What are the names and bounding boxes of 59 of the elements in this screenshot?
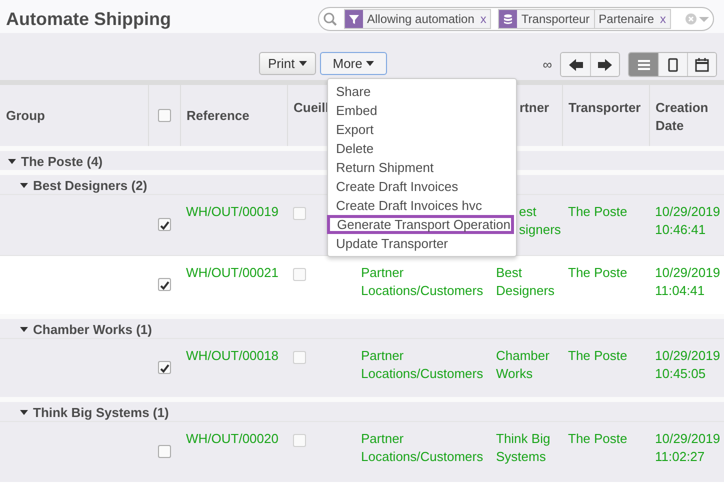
calendar-icon (695, 58, 709, 72)
menu-item[interactable]: Create Draft Invoices (327, 177, 514, 196)
checkbox[interactable] (158, 361, 170, 374)
facet-value: Transporteur (520, 11, 591, 28)
checkbox[interactable] (158, 108, 170, 122)
table-cell: 10/29/2019 10:45:05 (649, 338, 724, 399)
table-cell: The Poste (562, 338, 649, 399)
table-cell: WH/OUT/00019 (180, 194, 287, 255)
table-cell: Best Designers (490, 255, 562, 316)
group-label[interactable]: The Poste (4) (21, 154, 103, 168)
table-cell: The Poste (562, 421, 649, 482)
column-header: Transporter (562, 85, 649, 148)
search-field[interactable]: Allowing automation x Transporteur Partenaire x (318, 7, 714, 31)
caret-icon (699, 16, 709, 22)
menu-item[interactable]: Generate Transport Operation (327, 215, 514, 234)
next-button[interactable] (590, 53, 619, 76)
remove-facet-button[interactable]: x (478, 10, 490, 28)
checkbox[interactable] (158, 278, 170, 291)
column-header: Creation Date (649, 85, 724, 148)
table-cell: Think Big Systems (490, 421, 562, 482)
table-cell: The Poste (562, 255, 649, 316)
menu-item[interactable]: Return Shipment (327, 158, 514, 177)
arrow-left-icon (568, 58, 582, 72)
page-title: Automate Shipping (6, 8, 171, 30)
previous-button[interactable] (561, 53, 590, 76)
kanban-view-button[interactable] (658, 53, 687, 76)
checkbox[interactable] (158, 445, 170, 458)
table-cell: 10/29/2019 11:04:41 (649, 255, 724, 316)
table-cell: WH/OUT/00021 (180, 255, 287, 316)
table-cell: Partner Locations/Customers (355, 338, 490, 399)
group-label[interactable]: Think Big Systems (1) (33, 404, 169, 420)
table-cell: The Poste (562, 194, 649, 255)
dropdown-button[interactable]: More (320, 52, 388, 75)
table-cell: WH/OUT/00020 (180, 421, 287, 482)
rectangle-icon (666, 58, 680, 72)
column-header: Group (0, 85, 148, 148)
facet-value: Partenaire (594, 10, 658, 28)
remove-facet-button[interactable]: x (658, 10, 670, 28)
checkbox[interactable] (158, 218, 170, 231)
group-label[interactable]: Best Designers (2) (33, 178, 148, 192)
caret-icon (298, 61, 307, 66)
list-icon (636, 58, 650, 72)
search-icon (323, 12, 337, 26)
dropdown-button[interactable]: Print (259, 52, 316, 75)
table-cell: Chamber Works (490, 338, 562, 399)
table-cell: Partner Locations/Customers (355, 421, 490, 482)
arrow-right-icon (598, 58, 612, 72)
filter-icon (348, 13, 360, 25)
calendar-view-button[interactable] (687, 53, 716, 76)
table-cell: 10/29/2019 10:46:41 (649, 194, 724, 255)
pager-text: ∞ (542, 57, 552, 72)
clear-icon (685, 13, 697, 25)
table-cell: 10/29/2019 11:02:27 (649, 421, 724, 482)
table-cell: WH/OUT/00018 (180, 338, 287, 399)
caret-icon (366, 61, 374, 66)
database-icon (502, 13, 514, 25)
group-label[interactable]: Chamber Works (1) (33, 322, 152, 336)
facet-value: Allowing automation (366, 11, 476, 28)
column-header: Reference (180, 85, 287, 148)
